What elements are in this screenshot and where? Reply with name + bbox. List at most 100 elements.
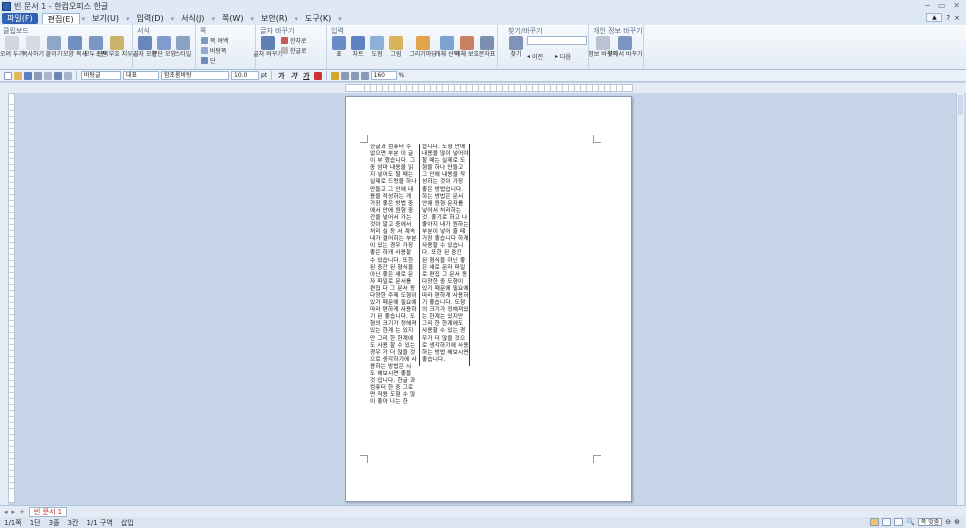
shape-button[interactable]: 도형 [368, 36, 386, 58]
paste-button[interactable]: 붙이기 [45, 36, 63, 58]
tab-prev-arrow-icon[interactable]: ◂ [4, 508, 8, 516]
find-next-button[interactable]: ▸ 다음 [555, 52, 571, 61]
tab-page[interactable]: 쪽(W) [217, 13, 249, 24]
picture-icon [389, 36, 403, 50]
preview-icon[interactable] [44, 71, 52, 80]
window-title: 빈 문서 1 - 한컴오피스 한글 [14, 1, 109, 11]
toolbar-divider [325, 71, 327, 80]
status-column: 1단 [29, 518, 41, 527]
undo-icon[interactable] [54, 71, 62, 80]
page-view-button[interactable] [894, 518, 904, 526]
language-select[interactable]: 대표 [123, 71, 159, 80]
font-size-input[interactable]: 10.0 [231, 71, 259, 80]
tab-input[interactable]: 입력(D) [131, 13, 168, 24]
char-shape-icon [138, 36, 152, 50]
zoom-in-icon[interactable]: ⊕ [954, 518, 960, 526]
normal-view-button[interactable] [870, 518, 880, 526]
font-select[interactable]: 함초롬바탕 [161, 71, 229, 80]
dropdown-arrow-icon[interactable]: ▾ [169, 15, 177, 23]
close-icon[interactable]: ✕ [953, 1, 960, 10]
italic-button[interactable]: 가 [289, 71, 299, 81]
close-doc-icon[interactable]: × [954, 14, 960, 22]
style-button[interactable]: 스타일 [174, 36, 192, 58]
maximize-icon[interactable]: ▭ [938, 1, 946, 10]
dropdown-arrow-icon[interactable]: ▾ [248, 15, 256, 23]
copy-button[interactable]: 복사하기 [22, 36, 44, 58]
find-replace-icon [618, 36, 632, 50]
document-page[interactable]: 한글과 컴퓨터 수 없으면 부분 이 글이 부 했습니다. 그 중 엄마 내용을… [345, 96, 632, 502]
vertical-scrollbar[interactable] [956, 93, 964, 505]
minimize-icon[interactable]: ─ [925, 1, 930, 10]
dropdown-arrow-icon[interactable]: ▾ [80, 15, 88, 23]
print-icon[interactable] [34, 71, 42, 80]
status-insert-mode[interactable]: 삽입 [121, 518, 134, 528]
char-change-button[interactable]: 글자 바꾸기 [253, 36, 283, 58]
new-doc-icon[interactable] [4, 71, 12, 80]
dropdown-arrow-icon[interactable]: ▾ [336, 15, 344, 23]
zoom-out-icon[interactable]: ⊖ [945, 518, 951, 526]
dropdown-arrow-icon[interactable]: ▾ [293, 15, 301, 23]
redo-icon[interactable] [64, 71, 72, 80]
vertical-ruler[interactable] [8, 93, 15, 503]
format-toolbar: 바탕글 대표 함초롬바탕 10.0 pt 가 가 가 160 % [0, 70, 966, 82]
tab-tools[interactable]: 도구(K) [300, 13, 336, 24]
column-divider [419, 144, 420, 366]
tab-format[interactable]: 서식(J) [176, 13, 209, 24]
shape-copy-button[interactable]: 모양 복사 [63, 36, 87, 58]
horizontal-ruler[interactable] [345, 84, 633, 92]
align-justify-icon[interactable] [330, 71, 339, 80]
clipboard-icon [47, 36, 61, 50]
chart-button[interactable]: 차트 [349, 36, 367, 58]
tab-next-arrow-icon[interactable]: ▸ [12, 508, 16, 516]
cut-button[interactable]: 오려 두기 [0, 36, 24, 58]
dropdown-arrow-icon[interactable]: ▾ [124, 15, 132, 23]
add-tab-icon[interactable]: + [19, 508, 25, 516]
columns-button[interactable]: 단 [201, 56, 216, 65]
find-input[interactable] [527, 36, 587, 45]
table-button[interactable]: 표 [330, 36, 348, 58]
dropdown-arrow-icon[interactable]: ▾ [209, 15, 217, 23]
picture-button[interactable]: 그림 [387, 36, 405, 58]
draw-gallery-button[interactable]: 그리기마당 [409, 36, 437, 58]
align-center-icon[interactable] [350, 71, 359, 80]
hanja-button[interactable]: 한자로 [281, 36, 307, 45]
find-prev-button[interactable]: ◂ 이전 [527, 52, 543, 61]
object-protect-button[interactable]: 개체 보호 [455, 36, 479, 58]
font-color-icon[interactable] [313, 71, 322, 80]
help-icon[interactable]: ? [946, 14, 950, 22]
hangul-icon [281, 47, 288, 54]
para-shape-button[interactable]: 문단 모양 [152, 36, 176, 58]
line-spacing-unit: % [398, 72, 405, 79]
spell-button[interactable]: 분자표 [478, 36, 496, 58]
hangul-button[interactable]: 한글로 [281, 46, 307, 55]
char-change-icon [261, 36, 275, 50]
underline-button[interactable]: 가 [301, 71, 311, 81]
page-margin-button[interactable]: 쪽 여백 [201, 36, 228, 45]
text-column-2[interactable]: 습니다. 도형 안에 내용을 많이 넣어야 할 때는 실제로 도형을 하나 만들… [422, 144, 469, 366]
align-right-icon[interactable] [360, 71, 369, 80]
web-view-button[interactable] [882, 518, 892, 526]
tab-view[interactable]: 보기(U) [87, 13, 124, 24]
object-select-button[interactable]: 개체 선택 [435, 36, 459, 58]
save-icon[interactable] [24, 71, 32, 80]
collapse-ribbon-button[interactable]: ▲ [926, 13, 943, 22]
style-select[interactable]: 바탕글 [81, 71, 121, 80]
scroll-thumb[interactable] [958, 95, 963, 115]
line-spacing-input[interactable]: 160 [370, 71, 397, 80]
bold-button[interactable]: 가 [276, 71, 286, 81]
find-replace-info-button[interactable]: 찾아서 바꾸기 [607, 36, 643, 58]
tab-edit[interactable]: 편집(E) [41, 13, 80, 24]
zoom-select[interactable]: 쪽 맞춤 [917, 518, 943, 526]
clear-format-button[interactable]: 조판 부호 지우기 [96, 36, 138, 58]
file-menu-button[interactable]: 파일(F) [2, 13, 38, 24]
master-page-button[interactable]: 바탕쪽 [201, 46, 227, 55]
document-tab[interactable]: 빈 문서 1 [28, 506, 68, 517]
status-line: 3줄 [48, 518, 60, 527]
align-left-icon[interactable] [340, 71, 349, 80]
tab-security[interactable]: 보안(R) [256, 13, 293, 24]
text-column-1[interactable]: 한글과 컴퓨터 수 없으면 부분 이 글이 부 했습니다. 그 중 엄마 내용을… [370, 144, 417, 472]
find-button[interactable]: 찾기 [507, 36, 525, 58]
eraser-icon [110, 36, 124, 50]
open-folder-icon[interactable] [14, 71, 22, 80]
object-select-icon [440, 36, 454, 50]
